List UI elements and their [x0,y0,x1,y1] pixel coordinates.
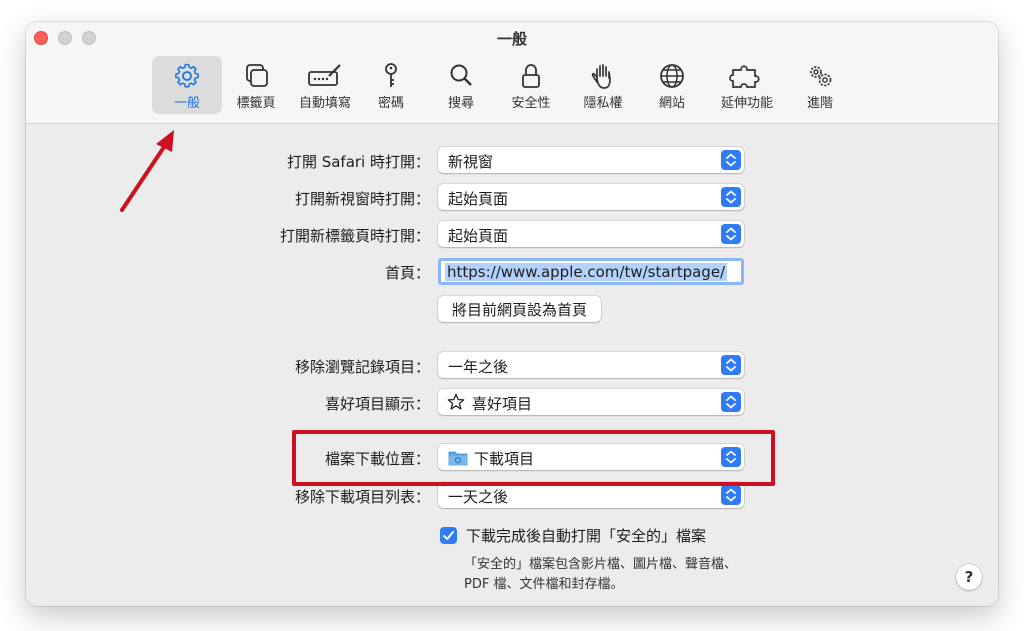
download-location-popup[interactable]: 下載項目 [438,444,744,470]
updown-chevron-icon [721,355,741,375]
updown-chevron-icon [721,187,741,207]
magnifier-icon [450,64,472,86]
window-title: 一般 [496,30,527,48]
tab-passwords[interactable]: 密碼 [362,56,420,114]
puzzle-icon [729,65,760,88]
help-button[interactable]: ? [956,564,982,590]
popup-value: 一年之後 [448,358,509,376]
setting-row-new-windows: 打開新視窗時打開： 起始頁面 [26,184,998,210]
tab-label: 安全性 [511,96,551,111]
tab-label: 標籤頁 [236,96,276,111]
tab-label: 隱私權 [583,96,623,111]
tab-label: 網站 [658,96,685,111]
tab-label: 一般 [173,96,200,111]
tab-label: 自動填寫 [298,96,351,111]
setting-label: 打開新視窗時打開： [294,190,430,208]
popup-value: 下載項目 [474,450,535,468]
tab-security[interactable]: 安全性 [500,56,562,114]
safari-opens-with-popup[interactable]: 新視窗 [438,147,744,173]
open-safe-files-checkbox[interactable] [440,527,457,544]
setting-label: 檔案下載位置： [324,450,430,468]
setting-row-download-location: 檔案下載位置： 下載項目 [26,444,998,470]
setting-row-homepage: 首頁： https://www.apple.com/tw/startpage/ [26,258,998,285]
gears-icon [810,66,832,87]
favorites-shows-popup[interactable]: 喜好項目 [438,389,744,415]
popup-value: 起始頁面 [448,190,509,208]
folder-icon [448,451,468,466]
setting-row-safari-opens-with: 打開 Safari 時打開： 新視窗 [26,147,998,173]
homepage-input[interactable]: https://www.apple.com/tw/startpage/ [438,258,744,285]
tab-label: 延伸功能 [720,96,773,111]
updown-chevron-icon [721,485,741,505]
safe-files-note-line1: 「安全的」檔案包含影片檔、圖片檔、聲音檔、 [464,557,738,572]
tab-advanced[interactable]: 進階 [792,56,848,114]
hand-icon [591,64,611,89]
popup-value: 一天之後 [448,488,509,506]
star-icon [447,393,465,410]
setting-row-remove-download-list: 移除下載項目列表： 一天之後 [26,482,998,508]
new-windows-open-with-popup[interactable]: 起始頁面 [438,184,744,210]
tab-autofill[interactable]: 自動填寫 [290,56,360,114]
popup-value: 喜好項目 [472,395,533,413]
tab-search[interactable]: 搜尋 [432,56,490,114]
homepage-url-text: https://www.apple.com/tw/startpage/ [445,263,728,281]
setting-row-remove-history: 移除瀏覽記錄項目： 一年之後 [26,352,998,378]
setting-label: 移除瀏覽記錄項目： [294,358,430,376]
new-tabs-open-with-popup[interactable]: 起始頁面 [438,221,744,247]
popup-value: 新視窗 [448,153,494,171]
setting-row-new-tabs: 打開新標籤頁時打開： 起始頁面 [26,221,998,247]
gear-icon [175,63,199,88]
preferences-window: 一般 一般 標籤頁 自動填寫 密碼 搜尋 安全性 隱私權 網站 延伸功能 進階 … [26,22,998,606]
updown-chevron-icon [721,224,741,244]
remove-history-popup[interactable]: 一年之後 [438,352,744,378]
autofill-pen-icon [308,64,341,86]
tab-extensions[interactable]: 延伸功能 [708,56,786,114]
set-current-page-button[interactable]: 將目前網頁設為首頁 [438,296,602,322]
setting-row-open-safe-files: 下載完成後自動打開「安全的」檔案 [26,524,998,550]
checkmark-icon [443,531,454,540]
setting-row-favorites-shows: 喜好項目顯示： 喜好項目 [26,389,998,415]
remove-download-list-popup[interactable]: 一天之後 [438,482,744,508]
tab-tabs[interactable]: 標籤頁 [224,56,288,114]
safe-files-note-line2: PDF 檔、文件檔和封存檔。 [464,577,624,592]
tab-label: 搜尋 [447,96,474,111]
open-safe-files-label: 下載完成後自動打開「安全的」檔案 [466,527,707,545]
globe-icon [660,64,684,88]
lock-icon [522,64,540,88]
popup-value: 起始頁面 [448,227,509,245]
setting-label: 首頁： [384,264,430,282]
updown-chevron-icon [721,447,741,467]
setting-row-set-current-page: 將目前網頁設為首頁 [26,296,998,322]
updown-chevron-icon [721,150,741,170]
tabs-icon [246,64,268,87]
tab-privacy[interactable]: 隱私權 [572,56,634,114]
setting-label: 打開新標籤頁時打開： [279,227,430,245]
setting-label: 移除下載項目列表： [294,488,430,506]
general-settings-panel: 打開 Safari 時打開： 新視窗 打開新視窗時打開： 起始頁面 打開新標籤頁… [26,124,998,606]
setting-label: 打開 Safari 時打開： [286,153,430,171]
titlebar: 一般 一般 標籤頁 自動填寫 密碼 搜尋 安全性 隱私權 網站 延伸功能 進階 [26,22,998,124]
key-icon [385,63,397,87]
tab-websites[interactable]: 網站 [644,56,700,114]
updown-chevron-icon [721,392,741,412]
setting-label: 喜好項目顯示： [324,395,430,413]
tab-label: 進階 [806,96,833,111]
tab-label: 密碼 [377,96,404,111]
tab-general[interactable]: 一般 [152,56,222,114]
